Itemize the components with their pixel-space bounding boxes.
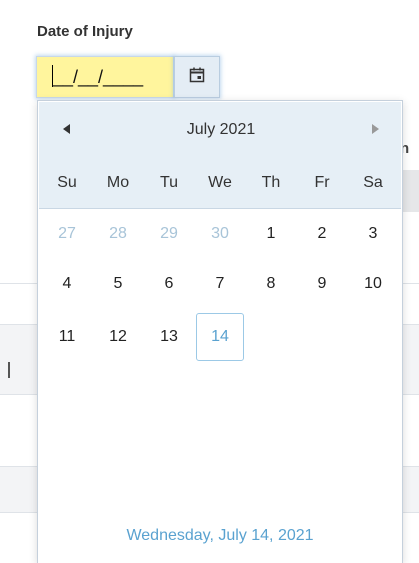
weekday-label: Th <box>261 174 281 191</box>
month-title[interactable]: July 2021 <box>39 121 403 139</box>
calendar-day[interactable]: 11 <box>47 320 87 354</box>
weekday-label: Mo <box>106 174 130 191</box>
calendar-day-other-month[interactable]: 30 <box>200 217 240 251</box>
calendar-day[interactable]: 12 <box>98 320 138 354</box>
calendar-day[interactable]: 10 <box>353 267 393 301</box>
weekday-label: Sa <box>363 174 383 191</box>
triangle-right-icon <box>371 121 379 139</box>
calendar-day[interactable]: 2 <box>302 217 342 251</box>
calendar-day[interactable]: 8 <box>251 267 291 301</box>
weekday-header-row: Su Mo Tu We Th Fr Sa <box>39 158 401 209</box>
calendar-day[interactable]: 5 <box>98 267 138 301</box>
date-mask-value: /__/____ <box>73 67 144 87</box>
calendar-day[interactable]: 6 <box>149 267 189 301</box>
calendar-day-other-month[interactable]: 27 <box>47 217 87 251</box>
open-calendar-button[interactable] <box>174 56 220 98</box>
date-of-injury-label: Date of Injury <box>37 23 133 40</box>
calendar-day[interactable]: 9 <box>302 267 342 301</box>
weekday-label: We <box>208 174 232 191</box>
date-of-injury-input[interactable]: __/__/____ <box>36 56 174 98</box>
calendar-day[interactable]: 4 <box>47 267 87 301</box>
weekday-label: Fr <box>314 174 330 191</box>
calendar-icon <box>189 67 205 88</box>
calendar-day-today[interactable]: 14 <box>196 313 244 361</box>
calendar-day[interactable]: 7 <box>200 267 240 301</box>
background-text-fragment <box>8 362 10 378</box>
date-picker-popup: July 2021 Su Mo Tu We Th Fr Sa 27 28 29 … <box>37 100 403 563</box>
calendar-day-other-month[interactable]: 28 <box>98 217 138 251</box>
date-mask-leading: __ <box>53 67 74 87</box>
weekday-label: Tu <box>159 174 179 191</box>
calendar-day-other-month[interactable]: 29 <box>149 217 189 251</box>
next-month-button[interactable] <box>363 118 387 142</box>
calendar-day[interactable]: 13 <box>149 320 189 354</box>
calendar-day[interactable]: 3 <box>353 217 393 251</box>
today-link[interactable]: Wednesday, July 14, 2021 <box>38 527 402 545</box>
weekday-label: Su <box>57 174 77 191</box>
calendar-header: July 2021 <box>39 102 401 158</box>
calendar-day[interactable]: 1 <box>251 217 291 251</box>
